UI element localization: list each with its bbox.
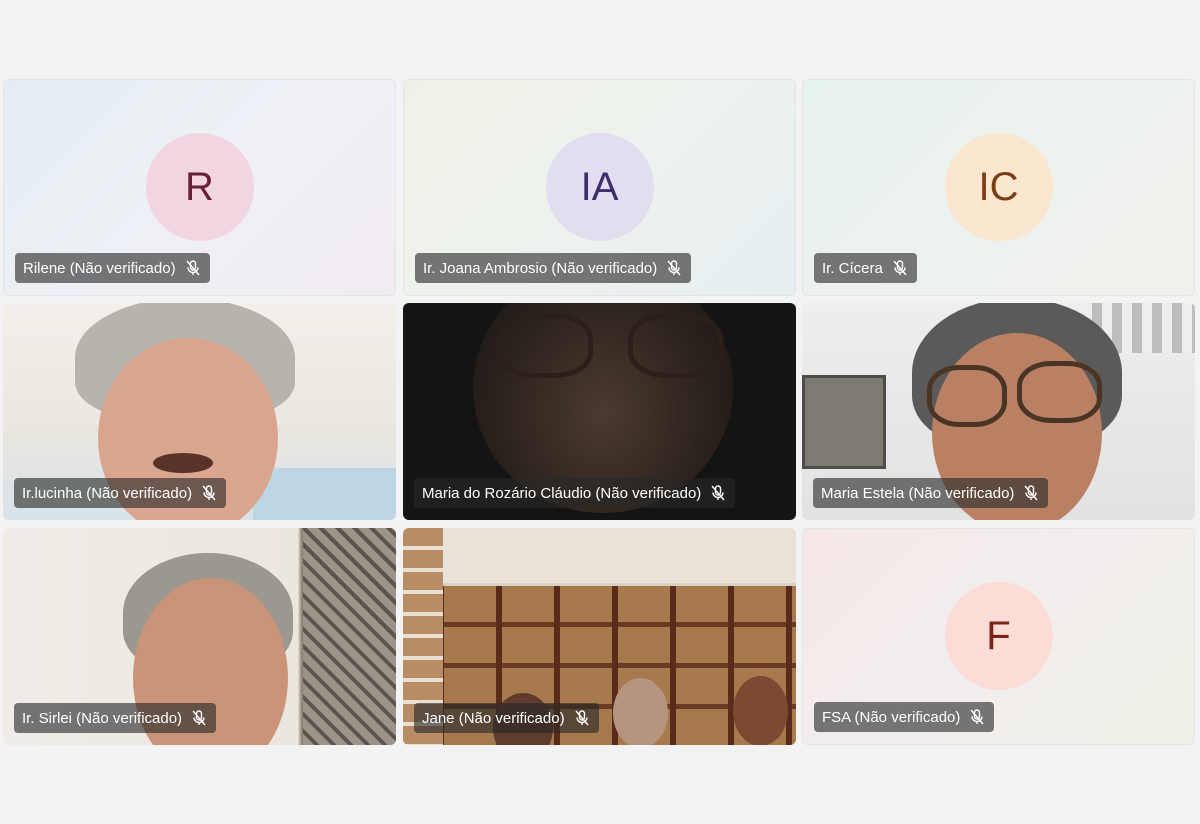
participant-tile-maria-do-rozario-claudio[interactable]: Maria do Rozário Cláudio (Não verificado… (403, 303, 796, 520)
participant-name-label: Ir. Joana Ambrosio (Não verificado) (415, 253, 692, 283)
participant-name-label: FSA (Não verificado) (814, 702, 995, 732)
mic-muted-icon (202, 485, 216, 501)
mic-muted-icon (893, 260, 907, 276)
mic-muted-icon (970, 709, 984, 725)
avatar: IA (545, 133, 654, 241)
participant-tile-ir-joana-ambrosio[interactable]: IA Ir. Joana Ambrosio (Não verificado) (403, 79, 796, 296)
mic-muted-icon (1024, 485, 1038, 501)
participant-tile-ir-cicera[interactable]: IC Ir. Cícera (802, 79, 1195, 296)
participant-name-label: Maria do Rozário Cláudio (Não verificado… (414, 478, 736, 508)
participant-tile-rilene[interactable]: R Rilene (Não verificado) (3, 79, 396, 296)
participant-name: Maria do Rozário Cláudio (Não verificado… (422, 484, 702, 502)
participant-name: Ir. Sirlei (Não verificado) (22, 709, 183, 727)
participant-name: Ir. Joana Ambrosio (Não verificado) (423, 259, 658, 277)
participant-name-label: Ir.lucinha (Não verificado) (14, 478, 227, 508)
participant-tile-maria-estela[interactable]: Maria Estela (Não verificado) (802, 303, 1195, 520)
participant-tile-ir-lucinha[interactable]: Ir.lucinha (Não verificado) (3, 303, 396, 520)
mic-muted-icon (667, 260, 681, 276)
participant-name: Rilene (Não verificado) (23, 259, 176, 277)
mic-muted-icon (186, 260, 200, 276)
participant-name-label: Rilene (Não verificado) (15, 253, 210, 283)
mic-muted-icon (711, 485, 725, 501)
participant-name: FSA (Não verificado) (822, 708, 961, 726)
avatar: IC (944, 133, 1053, 241)
participant-name-label: Ir. Sirlei (Não verificado) (14, 703, 217, 733)
participant-tile-fsa[interactable]: F FSA (Não verificado) (802, 528, 1195, 745)
participant-name-label: Ir. Cícera (814, 253, 917, 283)
participant-tile-jane[interactable]: Jane (Não verificado) (403, 528, 796, 745)
participant-name: Maria Estela (Não verificado) (821, 484, 1015, 502)
participant-name: Jane (Não verificado) (422, 709, 565, 727)
mic-muted-icon (575, 710, 589, 726)
avatar: F (944, 582, 1053, 690)
participant-tile-ir-sirlei[interactable]: Ir. Sirlei (Não verificado) (3, 528, 396, 745)
mic-muted-icon (192, 710, 206, 726)
participant-name: Ir. Cícera (822, 259, 883, 277)
participant-name: Ir.lucinha (Não verificado) (22, 484, 193, 502)
participant-name-label: Jane (Não verificado) (414, 703, 599, 733)
avatar: R (145, 133, 254, 241)
participant-name-label: Maria Estela (Não verificado) (813, 478, 1049, 508)
